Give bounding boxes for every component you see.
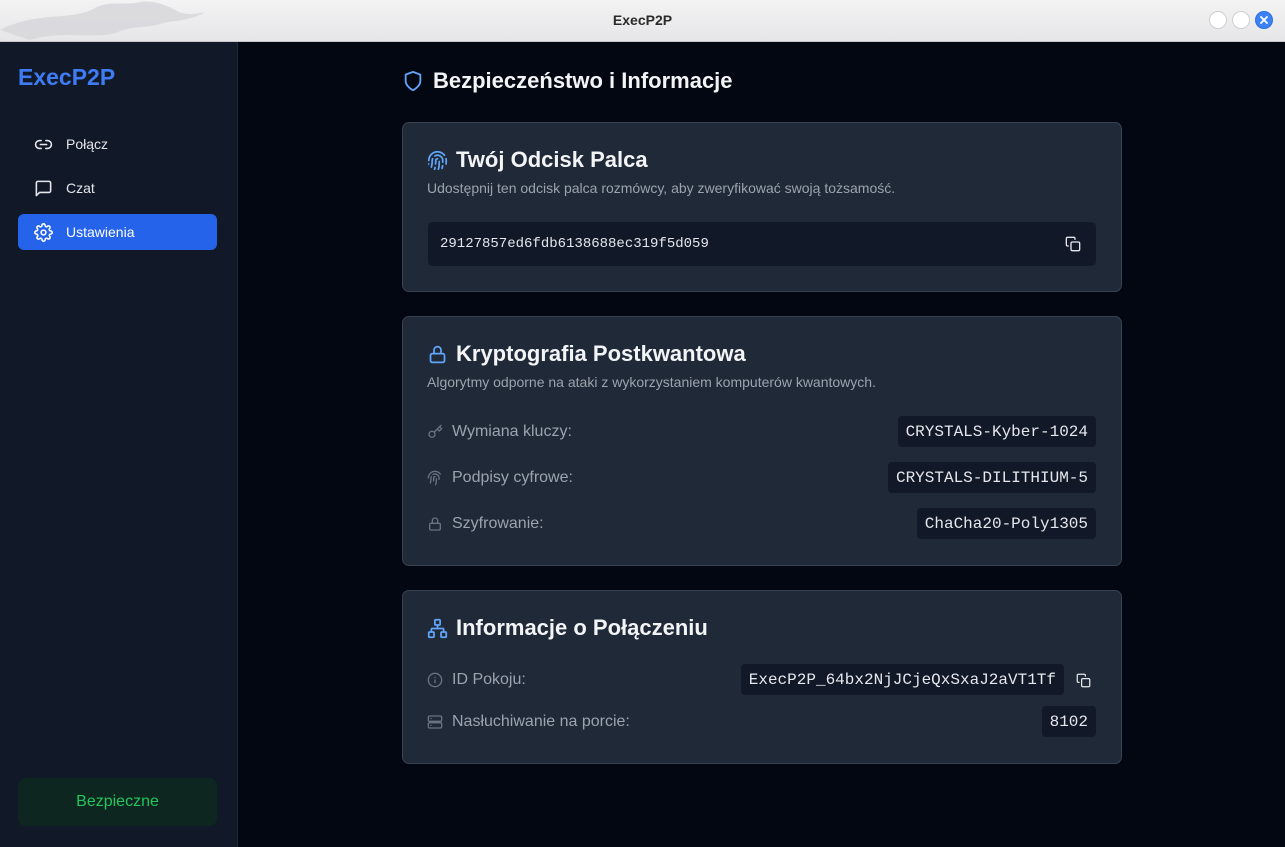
port-value: 8102 bbox=[1041, 706, 1096, 737]
card-title: Informacje o Połączeniu bbox=[427, 615, 708, 641]
page-title: Bezpieczeństwo i Informacje bbox=[402, 68, 733, 94]
pqc-row-label: Szyfrowanie: bbox=[427, 515, 544, 533]
link-icon bbox=[34, 139, 53, 149]
sidebar-item-label: Czat bbox=[66, 180, 95, 196]
pqc-row-label: Wymiana kluczy: bbox=[427, 423, 572, 441]
copy-room-id-button[interactable] bbox=[1074, 671, 1092, 689]
copy-fingerprint-button[interactable] bbox=[1064, 235, 1082, 253]
lock-icon bbox=[429, 517, 441, 531]
sidebar-item-chat[interactable]: Czat bbox=[18, 170, 217, 206]
card-title: Kryptografia Postkwantowa bbox=[427, 341, 746, 367]
gear-icon bbox=[34, 222, 53, 242]
pqc-row-label: Podpisy cyfrowe: bbox=[427, 469, 573, 487]
close-button[interactable] bbox=[1255, 11, 1273, 29]
card-subtitle: Udostępnij ten odcisk palca rozmówcy, ab… bbox=[427, 180, 896, 196]
network-icon bbox=[427, 618, 448, 638]
sidebar: ExecP2P Połącz Czat Ustawienia Bezpieczn… bbox=[0, 42, 238, 847]
connection-row-label: ID Pokoju: bbox=[427, 671, 526, 689]
shield-icon bbox=[404, 70, 422, 92]
sidebar-item-connect[interactable]: Połącz bbox=[18, 126, 217, 162]
app-brand: ExecP2P bbox=[18, 64, 116, 90]
fingerprint-value[interactable]: 29127857ed6fdb6138688ec319f5d059 bbox=[440, 236, 709, 252]
sidebar-item-label: Ustawienia bbox=[66, 224, 135, 240]
fingerprint-box: 29127857ed6fdb6138688ec319f5d059 bbox=[428, 222, 1096, 266]
fingerprint-icon bbox=[427, 150, 448, 170]
chat-icon bbox=[35, 180, 52, 196]
sidebar-item-settings[interactable]: Ustawienia bbox=[18, 214, 217, 250]
copy-icon bbox=[1076, 673, 1090, 687]
close-icon bbox=[1260, 16, 1268, 24]
maximize-button[interactable] bbox=[1232, 11, 1250, 29]
key-icon bbox=[428, 424, 443, 438]
fingerprint-icon bbox=[427, 470, 441, 486]
page-title-text: Bezpieczeństwo i Informacje bbox=[433, 68, 733, 93]
connection-card: Informacje o Połączeniu ID Pokoju: ExecP… bbox=[402, 590, 1122, 764]
pqc-row-value: CRYSTALS-DILITHIUM-5 bbox=[887, 462, 1096, 493]
window-titlebar: ExecP2P bbox=[0, 0, 1285, 42]
info-icon bbox=[427, 672, 443, 688]
fingerprint-card: Twój Odcisk Palca Udostępnij ten odcisk … bbox=[402, 122, 1122, 292]
copy-icon bbox=[1065, 236, 1081, 252]
lock-icon bbox=[429, 345, 446, 363]
server-icon bbox=[427, 715, 443, 729]
pqc-row-value: ChaCha20-Poly1305 bbox=[916, 508, 1096, 539]
card-title: Twój Odcisk Palca bbox=[427, 147, 648, 173]
pqc-card: Kryptografia Postkwantowa Algorytmy odpo… bbox=[402, 316, 1122, 566]
window-title: ExecP2P bbox=[612, 12, 673, 28]
pqc-row-value: CRYSTALS-Kyber-1024 bbox=[897, 416, 1096, 447]
card-subtitle: Algorytmy odporne na ataki z wykorzystan… bbox=[427, 374, 876, 390]
minimize-button[interactable] bbox=[1209, 11, 1227, 29]
room-id-value[interactable]: ExecP2P_64bx2NjJCjeQxSxaJ2aVT1Tf bbox=[740, 664, 1064, 695]
sidebar-item-label: Połącz bbox=[66, 136, 109, 152]
connection-row-label: Nasłuchiwanie na porcie: bbox=[427, 713, 630, 731]
status-badge: Bezpieczne bbox=[18, 778, 217, 826]
